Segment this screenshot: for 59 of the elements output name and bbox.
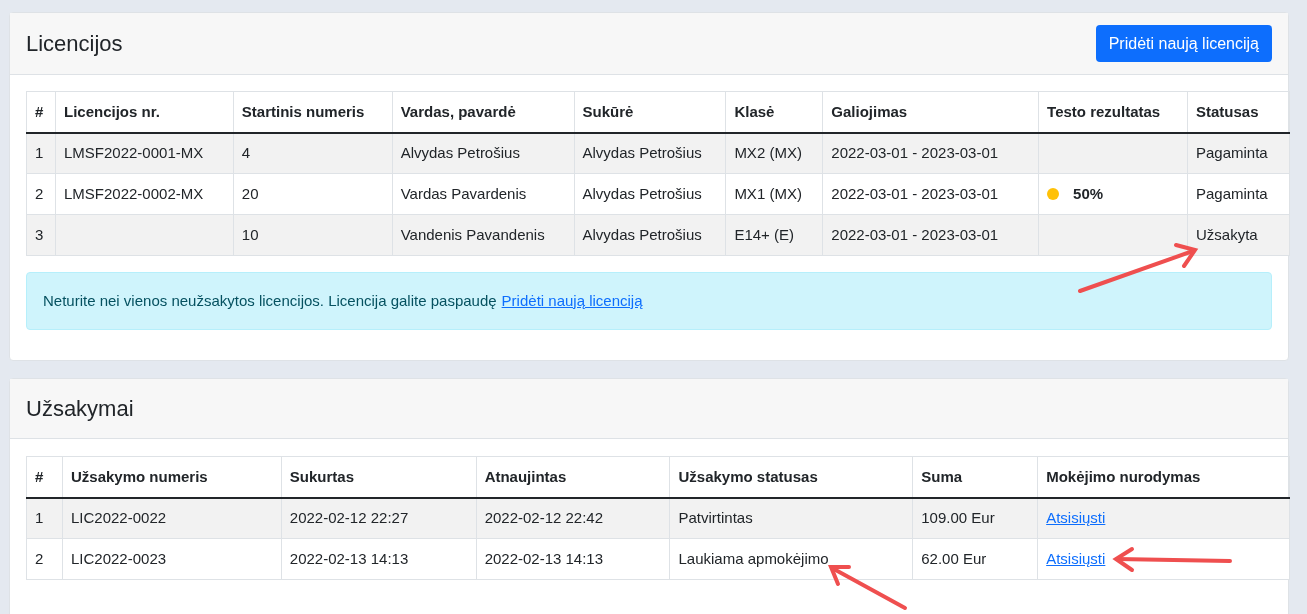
table-cell: MX2 (MX) xyxy=(725,132,823,174)
add-license-link[interactable]: Pridėti naują licenciją xyxy=(501,289,643,313)
table-cell: 62.00 Eur xyxy=(912,538,1038,580)
download-link[interactable]: Atsisiųsti xyxy=(1046,509,1106,526)
column-header: # xyxy=(26,456,63,498)
table-cell: 2022-03-01 - 2023-03-01 xyxy=(822,214,1039,256)
table-cell: LMSF2022-0002-MX xyxy=(55,173,234,215)
column-header: Licencijos nr. xyxy=(55,91,234,133)
table-cell: 2022-02-13 14:13 xyxy=(476,538,670,580)
table-cell: 10 xyxy=(233,214,393,256)
table-cell: E14+ (E) xyxy=(725,214,823,256)
table-cell: 1 xyxy=(26,132,56,174)
column-header: Sukurtas xyxy=(281,456,477,498)
table-cell: 2022-03-01 - 2023-03-01 xyxy=(822,173,1039,215)
table-cell: Alvydas Petrošius xyxy=(574,214,726,256)
column-header: # xyxy=(26,91,56,133)
table-cell: Vandenis Pavandenis xyxy=(392,214,574,256)
table-cell: 4 xyxy=(233,132,393,174)
table-cell: MX1 (MX) xyxy=(725,173,823,215)
table-cell: Pagaminta xyxy=(1187,173,1290,215)
table-cell: 2022-02-13 14:13 xyxy=(281,538,477,580)
table-cell: Užsakyta xyxy=(1187,214,1290,256)
column-header: Suma xyxy=(912,456,1038,498)
column-header: Užsakymo numeris xyxy=(62,456,282,498)
column-header: Mokėjimo nurodymas xyxy=(1037,456,1290,498)
column-header: Startinis numeris xyxy=(233,91,393,133)
table-cell: 2 xyxy=(26,538,63,580)
column-header: Sukūrė xyxy=(574,91,726,133)
table-cell: 1 xyxy=(26,497,63,539)
table-cell: Laukiama apmokėjimo xyxy=(670,538,913,580)
alert-text: Neturite nei vienos neužsakytos licencijos. Licencija galite paspaudę xyxy=(43,290,497,311)
column-header: Atnaujintas xyxy=(476,456,670,498)
column-header: Galiojimas xyxy=(822,91,1039,133)
test-score: 50% xyxy=(1073,183,1104,204)
table-cell: Alvydas Petrošius xyxy=(574,173,726,215)
column-header: Testo rezultatas xyxy=(1038,91,1188,133)
table-cell: Pagaminta xyxy=(1187,132,1290,174)
table-cell: 2022-02-12 22:42 xyxy=(476,497,670,539)
column-header: Užsakymo statusas xyxy=(670,456,913,498)
table-cell: 2022-02-12 22:27 xyxy=(281,497,477,539)
table-cell: 3 xyxy=(26,214,56,256)
add-license-button[interactable]: Pridėti naują licenciją xyxy=(1095,25,1272,62)
column-header: Statusas xyxy=(1187,91,1290,133)
table-cell: 20 xyxy=(233,173,393,215)
download-link[interactable]: Atsisiųsti xyxy=(1046,549,1106,567)
table-cell: Vardas Pavardenis xyxy=(392,173,574,215)
table-cell: Patvirtintas xyxy=(670,497,913,539)
table-cell: 2 xyxy=(26,173,56,215)
table-cell: LMSF2022-0001-MX xyxy=(55,132,234,174)
table-cell: LIC2022-0022 xyxy=(62,497,282,539)
table-cell: LIC2022-0023 xyxy=(62,538,282,580)
card-title: Licencijos xyxy=(26,30,123,58)
column-header: Vardas, pavardė xyxy=(392,91,574,133)
column-header: Klasė xyxy=(725,91,823,133)
table-cell: Alvydas Petrošius xyxy=(574,132,726,174)
table-cell: 2022-03-01 - 2023-03-01 xyxy=(822,132,1039,174)
table-cell: Alvydas Petrošius xyxy=(392,132,574,174)
card-title: Užsakymai xyxy=(26,395,134,423)
table-cell: 109.00 Eur xyxy=(912,497,1038,539)
